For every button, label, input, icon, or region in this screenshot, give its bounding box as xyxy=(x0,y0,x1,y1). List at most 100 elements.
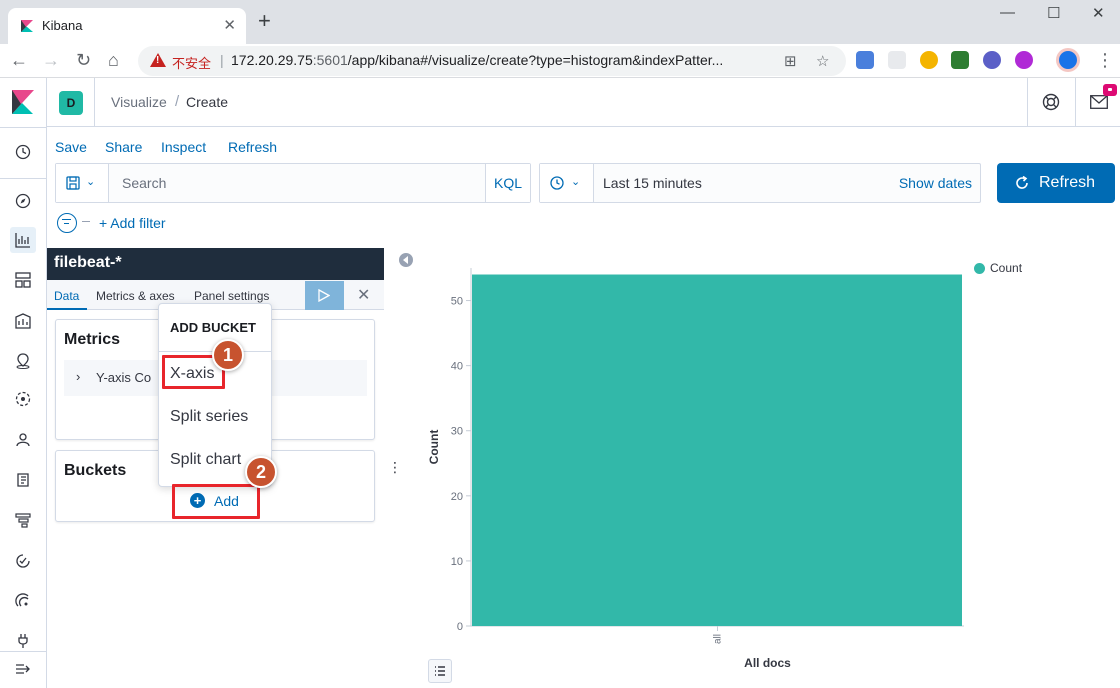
collapse-sidebar-icon[interactable] xyxy=(399,253,413,267)
refresh-button-label: Refresh xyxy=(1039,174,1096,191)
step-badge-1: 1 xyxy=(212,339,244,371)
window-close-icon[interactable]: ✕ xyxy=(1092,4,1105,22)
header-divider xyxy=(1027,78,1028,127)
maps-icon[interactable] xyxy=(10,348,36,374)
nav-divider xyxy=(0,127,47,128)
breadcrumb-separator: / xyxy=(175,93,180,110)
save-link[interactable]: Save xyxy=(55,139,87,155)
siem-icon[interactable] xyxy=(10,588,36,614)
menu-item-split-chart[interactable]: Split chart xyxy=(170,451,241,469)
browser-toolbar: ← → ↻ ⌂ 不安全 | 172.20.29.75:5601/app/kiba… xyxy=(0,44,1120,78)
legend-color-dot[interactable] xyxy=(974,263,985,274)
toggle-legend-button[interactable] xyxy=(428,659,452,683)
forward-icon[interactable]: → xyxy=(42,50,60,70)
kibana-logo-icon[interactable] xyxy=(12,90,34,114)
filter-options-icon[interactable] xyxy=(57,213,77,233)
y-tick-label: 50 xyxy=(451,296,463,308)
kibana-header: D Visualize / Create xyxy=(47,78,1120,127)
reload-icon[interactable]: ↻ xyxy=(76,50,91,70)
canvas-icon[interactable] xyxy=(10,308,36,334)
y-axis-label: Y-axis Co xyxy=(96,370,152,385)
maximize-icon[interactable]: ☐ xyxy=(1047,4,1060,22)
bar-all xyxy=(472,274,962,626)
quick-select-button[interactable]: ⌄ xyxy=(540,164,594,202)
index-pattern-bar: filebeat-* xyxy=(47,248,384,280)
extension-bee-icon[interactable] xyxy=(951,51,969,69)
extension-purple-icon[interactable] xyxy=(1015,51,1033,69)
browser-menu-icon[interactable]: ⋮ xyxy=(1096,50,1114,70)
back-icon[interactable]: ← xyxy=(10,50,28,70)
browser-tab[interactable]: Kibana ✕ xyxy=(8,8,246,44)
saved-query-button[interactable]: ⌄ xyxy=(56,164,109,202)
header-divider xyxy=(1075,78,1076,127)
translate-icon[interactable]: ⊞ xyxy=(784,52,797,70)
kql-language-button[interactable]: KQL xyxy=(485,164,530,202)
home-icon[interactable]: ⌂ xyxy=(108,50,119,70)
y-tick-label: 0 xyxy=(457,621,463,633)
tab-data[interactable]: Data xyxy=(54,289,79,303)
ml-icon[interactable] xyxy=(10,386,36,412)
menu-item-split-series[interactable]: Split series xyxy=(170,408,248,426)
chevron-down-icon: ⌄ xyxy=(86,176,96,188)
metrics-title: Metrics xyxy=(64,331,121,348)
dashboard-icon[interactable] xyxy=(10,267,36,293)
extension-translate-icon[interactable] xyxy=(856,51,874,69)
step-badge-2: 2 xyxy=(245,456,277,488)
more-options-icon[interactable]: ⋮ xyxy=(388,460,402,474)
chevron-down-icon: ⌄ xyxy=(571,176,581,188)
discard-close-icon[interactable]: ✕ xyxy=(357,285,370,305)
nav-divider xyxy=(0,178,47,179)
infrastructure-icon[interactable] xyxy=(10,426,36,452)
date-picker: ⌄ Last 15 minutes Show dates xyxy=(539,163,981,203)
url-text[interactable]: 172.20.29.75:5601/app/kibana#/visualize/… xyxy=(231,52,723,68)
show-dates-link[interactable]: Show dates xyxy=(899,175,972,191)
not-secure-warning-icon[interactable] xyxy=(150,53,166,67)
apply-changes-button[interactable] xyxy=(305,281,344,310)
tab-metrics-axes[interactable]: Metrics & axes xyxy=(96,289,175,303)
search-input[interactable] xyxy=(110,164,485,202)
discover-icon[interactable] xyxy=(10,188,36,214)
address-bar[interactable]: 不安全 | 172.20.29.75:5601/app/kibana#/visu… xyxy=(138,46,846,76)
header-divider xyxy=(94,78,95,127)
index-pattern-title: filebeat-* xyxy=(54,254,122,271)
list-icon xyxy=(435,666,445,676)
not-secure-label[interactable]: 不安全 xyxy=(172,53,211,72)
newsfeed-badge xyxy=(1103,84,1117,96)
buckets-title: Buckets xyxy=(64,462,127,479)
y-tick-label: 10 xyxy=(451,556,463,568)
kibana-favicon-icon xyxy=(20,19,34,33)
apm-icon[interactable] xyxy=(10,507,36,533)
nav-divider xyxy=(0,651,47,652)
extension-color-icon[interactable] xyxy=(920,51,938,69)
newsfeed-mail-icon[interactable] xyxy=(1090,95,1108,109)
visualize-icon[interactable] xyxy=(10,227,36,253)
profile-avatar[interactable] xyxy=(1059,51,1077,69)
refresh-icon xyxy=(1016,176,1028,189)
help-lifebuoy-icon[interactable] xyxy=(1041,92,1061,112)
legend-item-count[interactable]: Count xyxy=(990,261,1022,275)
logs-icon[interactable] xyxy=(10,467,36,493)
tab-panel-settings[interactable]: Panel settings xyxy=(194,289,269,303)
time-range-label[interactable]: Last 15 minutes xyxy=(603,175,702,191)
refresh-button[interactable]: Refresh xyxy=(997,163,1115,203)
breadcrumb-current: Create xyxy=(186,94,229,110)
share-link[interactable]: Share xyxy=(105,139,142,155)
refresh-link[interactable]: Refresh xyxy=(228,139,277,155)
recently-viewed-icon[interactable] xyxy=(10,139,36,165)
extension-check-icon[interactable] xyxy=(983,51,1001,69)
extension-cursor-icon[interactable] xyxy=(888,51,906,69)
new-tab-icon[interactable]: + xyxy=(258,10,271,32)
expand-nav-icon[interactable] xyxy=(10,656,36,682)
query-bar: ⌄ KQL xyxy=(55,163,531,203)
minimize-icon[interactable]: — xyxy=(1000,4,1015,21)
bookmark-star-icon[interactable]: ☆ xyxy=(816,52,829,70)
popover-title: ADD BUCKET xyxy=(170,320,256,335)
space-avatar[interactable]: D xyxy=(59,91,83,115)
chart-area: 0 10 20 30 40 50 all All docs Count xyxy=(420,248,1120,688)
add-filter-link[interactable]: + Add filter xyxy=(99,215,166,231)
inspect-link[interactable]: Inspect xyxy=(161,139,206,155)
tab-close-icon[interactable]: ✕ xyxy=(223,16,236,34)
breadcrumb-visualize[interactable]: Visualize xyxy=(111,94,167,110)
uptime-icon[interactable] xyxy=(10,548,36,574)
filter-divider xyxy=(82,221,90,222)
